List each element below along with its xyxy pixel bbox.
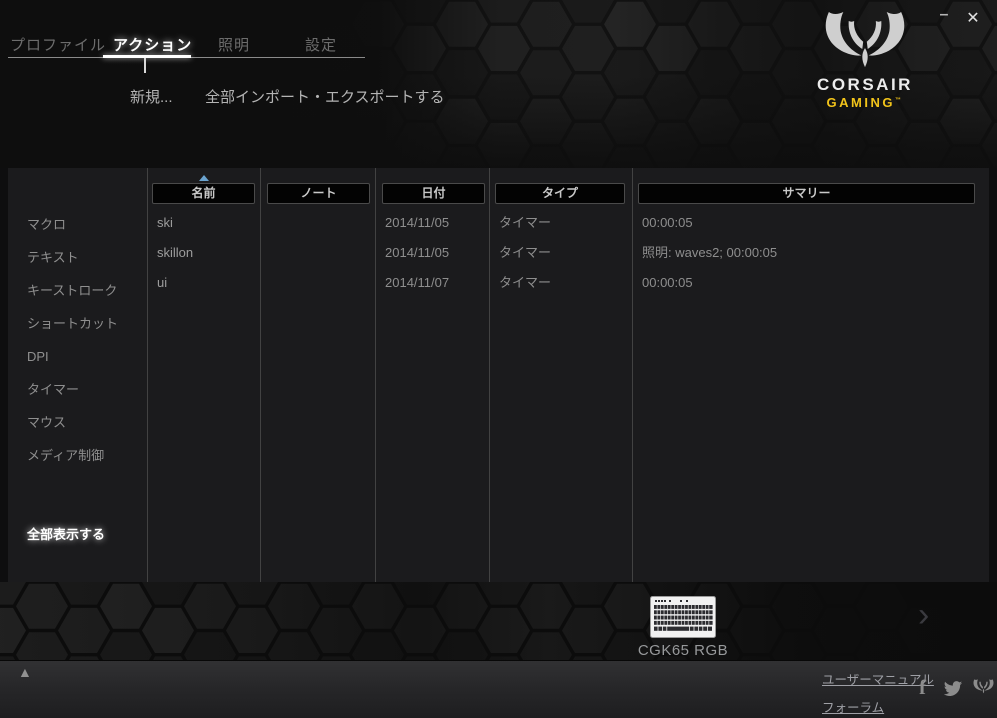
active-tab-pointer: [144, 58, 146, 73]
table-row[interactable]: ski 2014/11/05 タイマー 00:00:05: [147, 208, 989, 238]
close-button[interactable]: ✕: [963, 8, 983, 28]
minimize-button[interactable]: –: [934, 6, 954, 24]
active-tab-underline: [103, 55, 191, 58]
sidebar-item-timer[interactable]: タイマー: [27, 373, 79, 406]
tab-lighting[interactable]: 照明: [218, 34, 250, 55]
twitter-icon[interactable]: [943, 681, 963, 702]
cell-date: 2014/11/07: [385, 275, 450, 290]
sidebar-item-text[interactable]: テキスト: [27, 241, 79, 274]
next-device-chevron-icon[interactable]: ›: [918, 598, 929, 632]
cell-name: ui: [157, 275, 168, 290]
cell-name: ski: [157, 215, 173, 230]
forum-link[interactable]: フォーラム: [822, 697, 884, 716]
device-keyboard[interactable]: [650, 596, 716, 643]
user-manual-link[interactable]: ユーザーマニュアル: [822, 669, 934, 688]
table-row[interactable]: ui 2014/11/07 タイマー 00:00:05: [147, 268, 989, 298]
new-action-button[interactable]: 新規...: [130, 86, 173, 107]
cell-summary: 照明: waves2; 00:00:05: [642, 245, 778, 260]
cell-date: 2014/11/05: [385, 245, 450, 260]
corsair-logo: CORSAIR GAMING™: [815, 12, 915, 110]
import-export-button[interactable]: 全部インポート・エクスポートする: [205, 86, 445, 107]
header: プロファイル アクション 照明 設定 新規... 全部インポート・エクスポートす…: [0, 0, 997, 168]
cell-note: [260, 208, 375, 238]
cell-summary: 00:00:05: [642, 215, 693, 230]
app-window: プロファイル アクション 照明 設定 新規... 全部インポート・エクスポートす…: [0, 0, 997, 718]
column-header-note[interactable]: ノート: [267, 183, 370, 204]
tab-settings[interactable]: 設定: [305, 34, 337, 55]
column-header-summary[interactable]: サマリー: [638, 183, 975, 204]
tab-profiles[interactable]: プロファイル: [10, 34, 106, 55]
device-bar-shade: [0, 582, 997, 660]
table-body: ski 2014/11/05 タイマー 00:00:05 skillon 201…: [147, 208, 989, 298]
cell-date: 2014/11/05: [385, 215, 450, 230]
sort-ascending-icon: [199, 175, 209, 181]
corsair-small-icon[interactable]: [972, 679, 995, 699]
corsair-sails-icon: [825, 12, 905, 68]
column-header-type[interactable]: タイプ: [495, 183, 625, 204]
cell-note: [260, 268, 375, 298]
column-header-date[interactable]: 日付: [382, 183, 485, 204]
sidebar-item-media[interactable]: メディア制御: [27, 439, 104, 472]
sidebar-item-dpi[interactable]: DPI: [27, 340, 49, 373]
cell-type: タイマー: [499, 245, 552, 260]
device-bar: CGK65 RGB ›: [0, 582, 997, 660]
cell-type: タイマー: [499, 215, 552, 230]
facebook-icon[interactable]: f: [919, 675, 926, 700]
cell-name: skillon: [157, 245, 194, 260]
logo-wordmark: CORSAIR: [817, 75, 913, 94]
tab-actions[interactable]: アクション: [113, 34, 192, 55]
keyboard-icon: [650, 596, 716, 638]
sidebar-item-keystroke[interactable]: キーストローク: [27, 274, 117, 307]
column-header-name[interactable]: 名前: [152, 183, 255, 204]
sidebar-show-all[interactable]: 全部表示する: [27, 520, 105, 550]
cell-summary: 00:00:05: [642, 275, 693, 290]
sidebar-item-macro[interactable]: マクロ: [27, 208, 66, 241]
sidebar-item-mouse[interactable]: マウス: [27, 406, 66, 439]
logo-gaming-label: GAMING™: [826, 95, 904, 110]
footer-bar: ▲ ユーザーマニュアル フォーラム f: [0, 660, 997, 718]
cell-note: [260, 238, 375, 268]
scroll-up-icon[interactable]: ▲: [18, 664, 32, 680]
table-row[interactable]: skillon 2014/11/05 タイマー 照明: waves2; 00:0…: [147, 238, 989, 268]
cell-type: タイマー: [499, 275, 552, 290]
sidebar-item-shortcut[interactable]: ショートカット: [27, 307, 118, 340]
device-name-label[interactable]: CGK65 RGB: [608, 642, 758, 659]
main-panel: マクロ テキスト キーストローク ショートカット DPI タイマー マウス メデ…: [8, 168, 989, 582]
